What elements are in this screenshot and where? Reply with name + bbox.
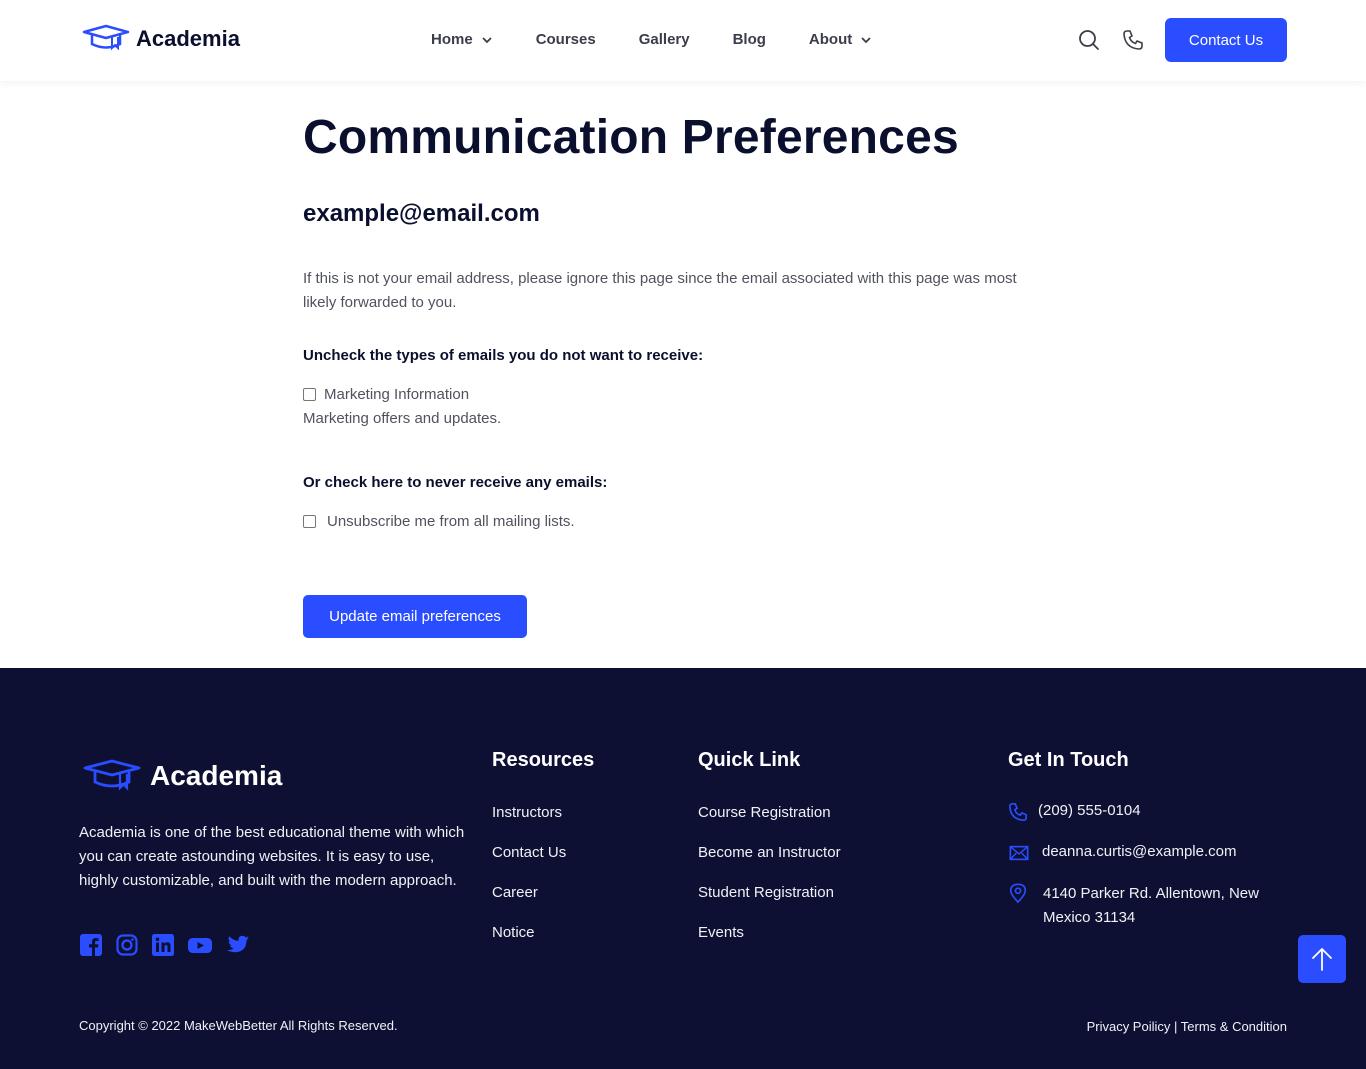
footer-link-notice[interactable]: Notice [492,924,535,941]
nav-item-about[interactable]: About [809,31,872,48]
footer-about: Academia is one of the best educational … [79,824,465,889]
contact-address: 4140 Parker Rd. Allentown, New Mexico 31… [1008,882,1288,930]
search-icon[interactable] [1078,29,1100,51]
nav-label: Home [431,31,473,48]
page-title: Communication Preferences [303,111,959,164]
brand-logo[interactable]: Academia [82,24,240,54]
resources-title: Resources [492,749,595,771]
site-header: Academia Home Courses Gallery Blog About… [0,0,1366,81]
never-receive-label: Or check here to never receive any email… [303,474,608,491]
envelope-icon [1009,845,1029,861]
nav-label: Courses [535,31,596,48]
footer-link-student-registration[interactable]: Student Registration [698,884,834,901]
chevron-down-icon [861,36,871,43]
email-notice: If this is not your email address, pleas… [303,270,1017,311]
contact-address-text: 4140 Parker Rd. Allentown, New Mexico 31… [1043,885,1259,926]
uncheck-label: Uncheck the types of emails you do not w… [303,347,704,364]
linkedin-icon[interactable] [152,934,174,956]
contact-email[interactable]: deanna.curtis@example.com [1008,843,1237,863]
privacy-policy-link[interactable]: Privacy Poilicy [1087,1019,1171,1034]
graduation-cap-icon [82,24,130,51]
marketing-option-label: Marketing Information [324,386,470,403]
chevron-down-icon [482,36,492,43]
contact-phone[interactable]: (209) 555-0104 [1008,802,1141,822]
terms-link[interactable]: Terms & Condition [1181,1019,1287,1034]
marketing-option[interactable]: Marketing Information [303,386,469,403]
unsubscribe-checkbox[interactable] [303,515,316,528]
main-nav: Home Courses Gallery Blog About [431,31,915,48]
phone-icon[interactable] [1122,29,1144,51]
unsubscribe-label: Unsubscribe me from all mailing lists. [327,513,575,530]
brand-name: Academia [136,26,240,51]
contact-email-text: deanna.curtis@example.com [1042,843,1237,860]
graduation-cap-icon [83,759,141,791]
footer-link-become-instructor[interactable]: Become an Instructor [698,844,841,861]
contact-phone-text: (209) 555-0104 [1038,802,1141,819]
footer-link-contact-us[interactable]: Contact Us [492,844,566,861]
marketing-checkbox[interactable] [303,388,316,401]
legal-links: Privacy Poilicy | Terms & Condition [1087,1019,1287,1034]
back-to-top-button[interactable] [1298,935,1346,983]
arrow-up-icon [1312,948,1332,971]
nav-label: Gallery [638,31,690,48]
youtube-icon[interactable] [188,934,212,956]
footer-link-events[interactable]: Events [698,924,744,941]
facebook-icon[interactable] [80,934,102,956]
footer-brand-logo[interactable]: Academia [82,758,282,794]
phone-icon [1009,803,1027,821]
subscriber-email: example@email.com [303,200,540,227]
nav-item-blog[interactable]: Blog [733,31,766,48]
update-preferences-button[interactable]: Update email preferences [303,595,527,638]
marketing-option-description: Marketing offers and updates. [303,410,502,427]
footer-brand-name: Academia [150,760,283,791]
twitter-icon[interactable] [226,934,250,956]
copyright: Copyright © 2022 MakeWebBetter All Right… [79,1018,398,1033]
nav-item-gallery[interactable]: Gallery [639,31,690,48]
site-footer: Academia Academia is one of the best edu… [0,668,1366,1069]
quick-link-title: Quick Link [698,749,801,771]
footer-link-career[interactable]: Career [492,884,538,901]
nav-item-courses[interactable]: Courses [536,31,596,48]
nav-label: About [808,31,853,48]
location-pin-icon [1009,883,1027,903]
footer-link-course-registration[interactable]: Course Registration [698,804,831,821]
social-links [80,934,250,956]
footer-link-instructors[interactable]: Instructors [492,804,562,821]
unsubscribe-option[interactable]: Unsubscribe me from all mailing lists. [303,513,575,530]
get-in-touch-title: Get In Touch [1008,749,1129,771]
nav-item-home[interactable]: Home [431,31,493,48]
nav-label: Blog [732,31,766,48]
instagram-icon[interactable] [116,934,138,956]
contact-us-button[interactable]: Contact Us [1165,18,1287,62]
legal-separator: | [1174,1019,1178,1034]
